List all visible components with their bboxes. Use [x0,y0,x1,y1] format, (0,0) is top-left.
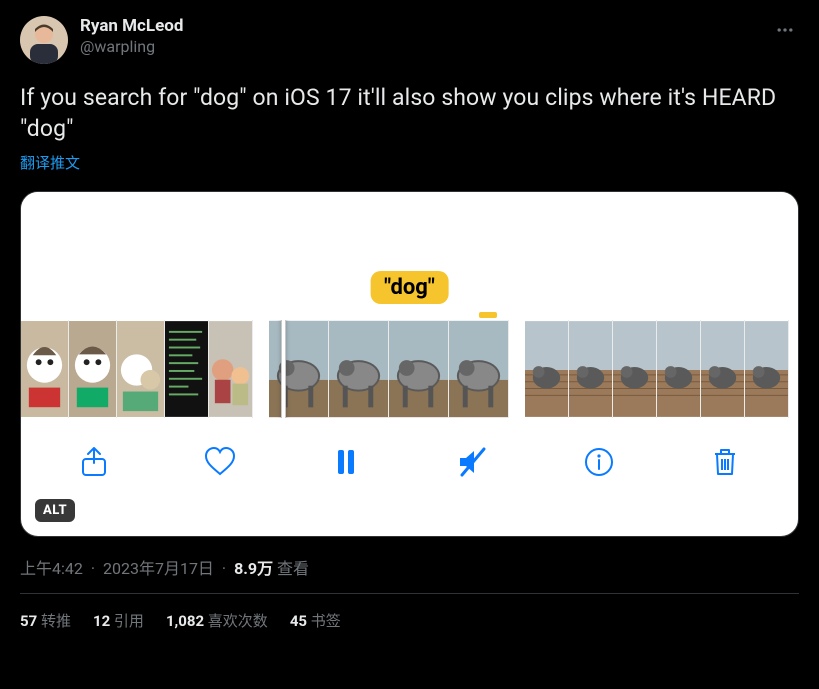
media-card[interactable]: "dog" [20,191,799,537]
clip-thumbnail[interactable] [613,320,657,418]
clip-thumbnail[interactable] [117,320,165,418]
views-label: 查看 [277,559,309,578]
clip-thumbnail[interactable] [569,320,613,418]
stat-retweets[interactable]: 57 转推 [20,610,71,631]
date[interactable]: 2023年7月17日 [103,559,214,578]
clip-thumbnail[interactable] [701,320,745,418]
tweet-text: If you search for "dog" on iOS 17 it'll … [20,82,799,144]
clip-thumbnail[interactable] [657,320,701,418]
search-term-bubble: "dog" [370,271,449,304]
clip-thumbnail[interactable] [389,320,449,418]
stat-likes[interactable]: 1,082 喜欢次数 [166,610,268,631]
media-top: "dog" [21,192,798,320]
more-button[interactable] [771,16,799,48]
video-timeline[interactable] [21,320,798,418]
display-name: Ryan McLeod [80,16,183,37]
timeline-marker [479,312,497,318]
user-block[interactable]: Ryan McLeod @warpling [80,16,183,57]
playhead[interactable] [281,320,286,418]
tweet-container: Ryan McLeod @warpling If you search for … [0,0,819,631]
stat-quotes[interactable]: 12 引用 [93,610,144,631]
share-button[interactable] [73,441,115,483]
info-button[interactable] [578,441,620,483]
mute-button[interactable] [452,441,494,483]
clip-thumbnail[interactable] [209,320,253,418]
clip-group [525,320,789,418]
tweet-header: Ryan McLeod @warpling [20,16,799,64]
media-toolbar [21,418,798,506]
clip-thumbnail[interactable] [329,320,389,418]
clip-thumbnail[interactable] [21,320,69,418]
clip-thumbnail[interactable] [449,320,509,418]
clip-group-current [269,320,509,418]
alt-badge[interactable]: ALT [35,499,75,522]
clip-group [21,320,253,418]
clip-thumbnail[interactable] [269,320,329,418]
pause-button[interactable] [325,441,367,483]
clip-thumbnail[interactable] [165,320,209,418]
translate-link[interactable]: 翻译推文 [20,152,80,173]
handle: @warpling [80,37,183,57]
time[interactable]: 上午4:42 [20,559,83,578]
clip-thumbnail[interactable] [745,320,789,418]
stats-row: 57 转推 12 引用 1,082 喜欢次数 45 书签 [20,594,799,631]
delete-button[interactable] [704,441,746,483]
clip-thumbnail[interactable] [69,320,117,418]
like-button[interactable] [199,441,241,483]
avatar[interactable] [20,16,68,64]
meta-line: 上午4:42 · 2023年7月17日 · 8.9万 查看 [20,555,799,579]
stat-bookmarks[interactable]: 45 书签 [290,610,341,631]
views-count: 8.9万 [234,559,273,578]
clip-thumbnail[interactable] [525,320,569,418]
